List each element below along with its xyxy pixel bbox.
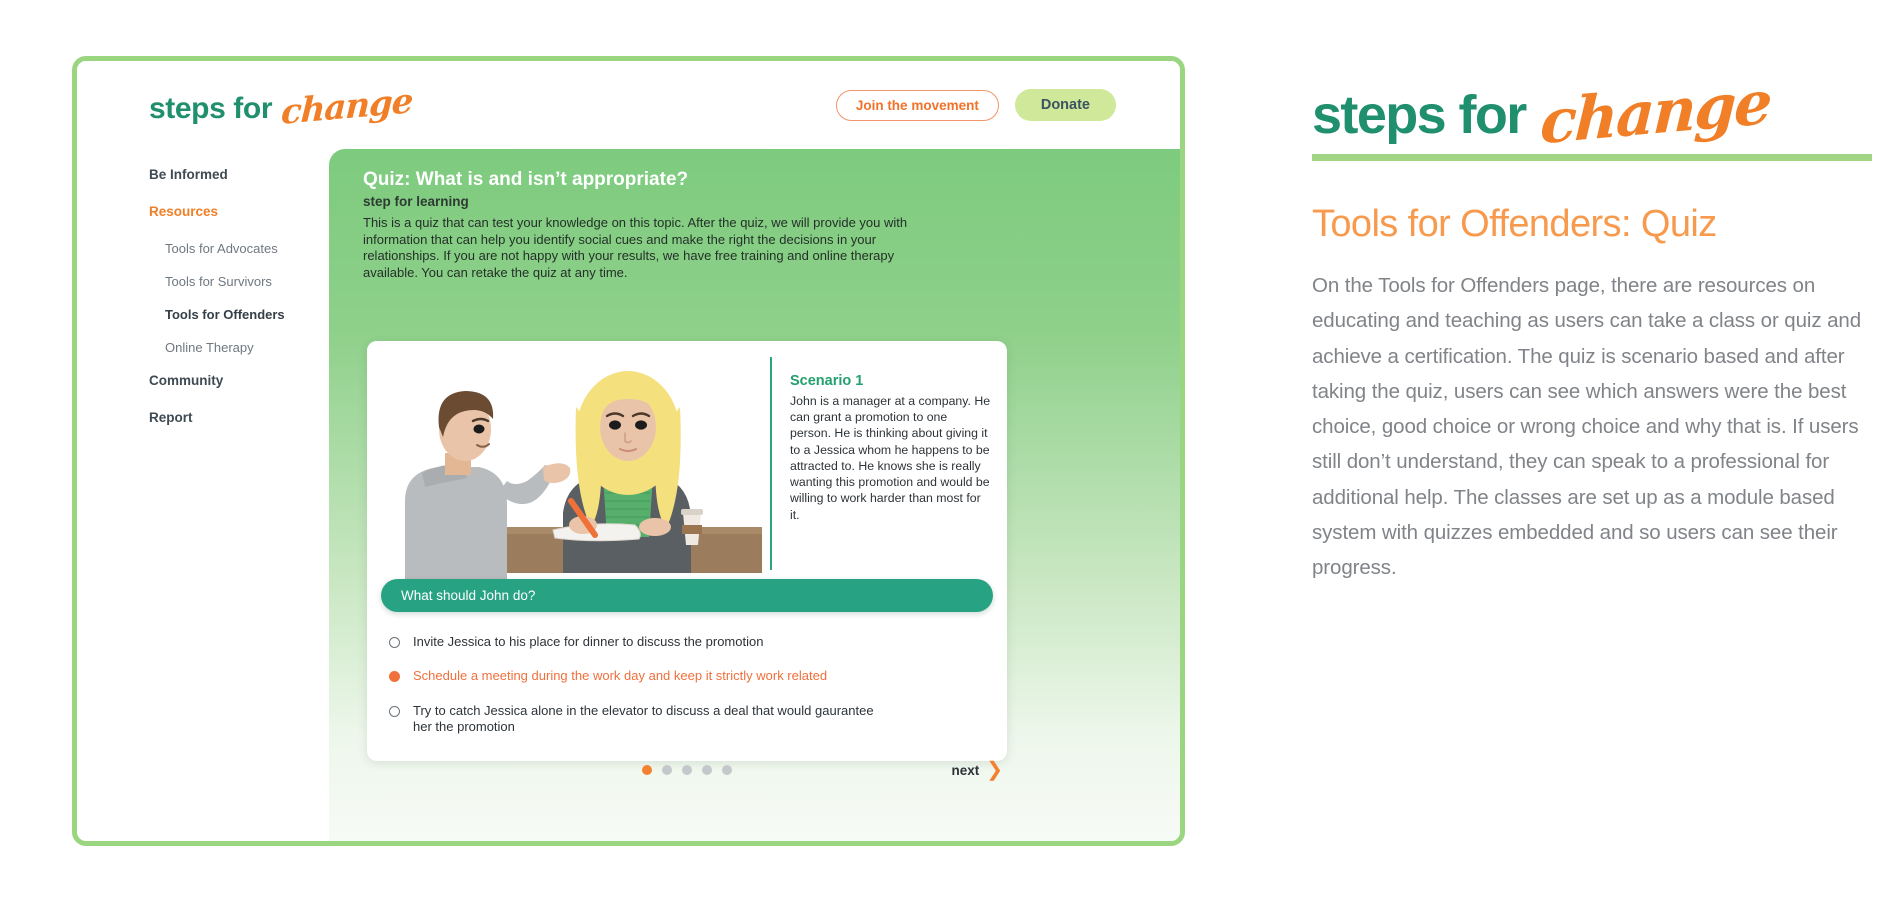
description-panel-logo: steps for change — [1312, 68, 1872, 159]
chevron-right-icon: ❯ — [986, 759, 1003, 781]
sidebar-item-community[interactable]: Community — [149, 373, 329, 388]
answer-options-list: Invite Jessica to his place for dinner t… — [367, 586, 1007, 761]
answer-option-1[interactable]: Invite Jessica to his place for dinner t… — [389, 634, 985, 650]
quiz-pagination: next ❯ — [367, 757, 1007, 797]
screenshot-root: steps for change Join the movement Donate… — [0, 0, 1900, 923]
pagination-dot-4[interactable] — [702, 765, 712, 775]
sidebar-item-tools-for-advocates[interactable]: Tools for Advocates — [165, 241, 329, 256]
answer-option-2-label: Schedule a meeting during the work day a… — [413, 668, 828, 684]
next-button-label: next — [951, 762, 980, 778]
sidebar-item-tools-for-offenders[interactable]: Tools for Offenders — [165, 307, 329, 322]
answer-option-2[interactable]: Schedule a meeting during the work day a… — [389, 668, 985, 684]
quiz-panel: Quiz: What is and isn’t appropriate? ste… — [329, 149, 1180, 841]
donate-button[interactable]: Donate — [1014, 89, 1116, 121]
pagination-dot-5[interactable] — [722, 765, 732, 775]
description-body-text: On the Tools for Offenders page, there a… — [1312, 274, 1861, 579]
radio-button-icon[interactable] — [389, 637, 400, 648]
sidebar-item-tools-for-survivors[interactable]: Tools for Survivors — [165, 274, 329, 289]
pagination-dot-3[interactable] — [682, 765, 692, 775]
pagination-dot-2[interactable] — [662, 765, 672, 775]
scenario-title: Scenario 1 — [790, 373, 864, 389]
logo-text-change: change — [280, 81, 414, 133]
radio-button-icon[interactable] — [389, 705, 400, 717]
join-the-movement-button[interactable]: Join the movement — [835, 89, 999, 121]
site-logo[interactable]: steps for change — [149, 81, 413, 133]
scenario-panel: Scenario 1 John is a manager at a compan… — [770, 357, 1007, 570]
answer-option-3[interactable]: Try to catch Jessica alone in the elevat… — [389, 703, 985, 736]
logo-text-steps-for: steps for — [1312, 85, 1527, 145]
radio-button-selected-icon[interactable] — [389, 671, 400, 683]
next-button[interactable]: next ❯ — [951, 760, 1003, 780]
sidebar-item-online-therapy[interactable]: Online Therapy — [165, 340, 329, 355]
quiz-title: Quiz: What is and isn’t appropriate? — [363, 169, 689, 190]
description-panel: steps for change Tools for Offenders: Qui… — [1312, 68, 1872, 585]
sidebar-item-resources[interactable]: Resources — [149, 204, 329, 219]
header-actions: Join the movement Donate — [835, 89, 1116, 121]
pagination-dots — [642, 765, 732, 775]
quiz-description: This is a quiz that can test your knowle… — [363, 215, 908, 280]
pagination-dot-1[interactable] — [642, 765, 652, 775]
answer-option-1-label: Invite Jessica to his place for dinner t… — [413, 634, 764, 649]
site-body: Be Informed Resources Tools for Advocate… — [77, 149, 1180, 841]
quiz-card-top: Scenario 1 John is a manager at a compan… — [367, 341, 1007, 586]
site-header: steps for change Join the movement Donate — [77, 61, 1180, 149]
brand-divider-rule — [1312, 154, 1872, 161]
question-text: What should John do? — [401, 588, 536, 603]
sidebar-navigation: Be Informed Resources Tools for Advocate… — [149, 167, 329, 447]
question-banner: What should John do? — [381, 579, 993, 612]
sidebar-item-be-informed[interactable]: Be Informed — [149, 167, 329, 182]
quiz-card: Scenario 1 John is a manager at a compan… — [367, 341, 1007, 761]
quiz-subtitle: step for learning — [363, 194, 469, 209]
quiz-header: Quiz: What is and isn’t appropriate? ste… — [329, 149, 1180, 281]
sidebar-item-report[interactable]: Report — [149, 410, 329, 425]
scenario-text: John is a manager at a company. He can g… — [790, 394, 991, 522]
logo-text-steps-for: steps for — [149, 92, 273, 125]
browser-mockup-frame: steps for change Join the movement Donate… — [72, 56, 1185, 846]
page-title: Tools for Offenders: Quiz — [1312, 203, 1717, 245]
logo-text-change: change — [1538, 67, 1772, 159]
answer-option-3-label: Try to catch Jessica alone in the elevat… — [413, 702, 874, 734]
two-people-at-desk-illustration — [367, 341, 762, 586]
